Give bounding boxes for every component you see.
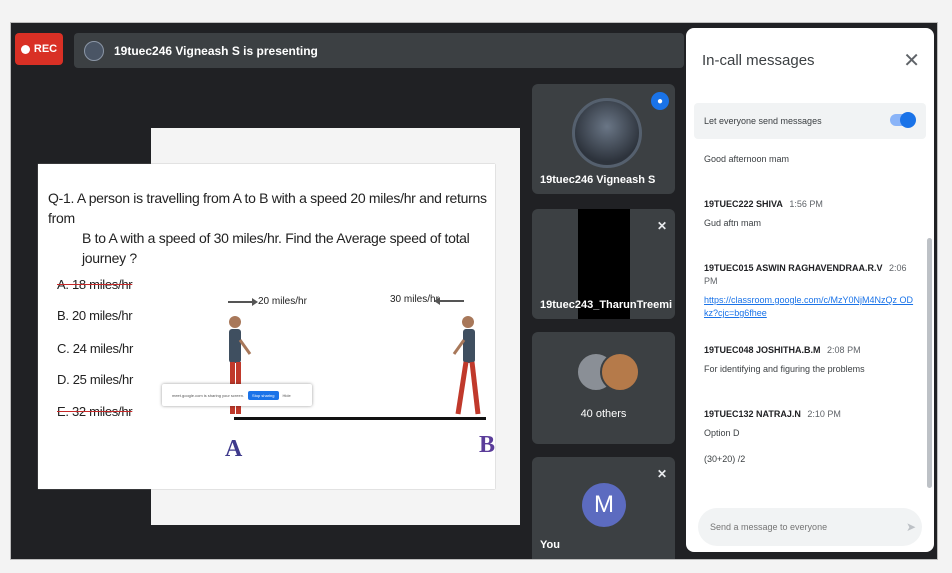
message-sender: 19TUEC222 SHIVA	[704, 199, 783, 209]
option-d: D. 25 miles/hr	[57, 372, 133, 387]
close-icon[interactable]: ✕	[903, 48, 920, 73]
speed-right-label: 30 miles/hr	[390, 294, 439, 305]
message-body: https://classroom.google.com/c/MzY0NjM4N…	[704, 294, 914, 320]
participant-name: 19tuec243_TharunTreemi	[540, 299, 673, 311]
participant-tile-presenter[interactable]: ● 19tuec246 Vigneash S	[532, 84, 675, 194]
slide: Q-1. A person is travelling from A to B …	[38, 164, 495, 489]
presenting-banner: 19tuec246 Vigneash S is presenting	[74, 33, 684, 68]
walking-person-right-icon	[452, 316, 481, 415]
question-line-1: Q-1. A person is travelling from A to B …	[48, 190, 487, 226]
allow-messages-row: Let everyone send messages	[694, 103, 926, 139]
recording-badge: REC	[15, 33, 63, 65]
presenter-avatar	[84, 40, 104, 61]
others-count-label: 40 others	[580, 408, 627, 420]
avatar: M	[582, 483, 626, 527]
question-line-2: B to A with a speed of 30 miles/hr. Find…	[82, 230, 470, 266]
meet-window: REC 19tuec246 Vigneash S is presenting Q…	[10, 22, 938, 560]
recording-label: REC	[33, 43, 58, 55]
speed-left-label: 20 miles/hr	[258, 296, 307, 307]
message-link[interactable]: https://classroom.google.com/c/MzY0NjM4N…	[704, 295, 913, 318]
arrow-right-icon	[228, 298, 258, 306]
avatar	[600, 352, 640, 392]
message-input[interactable]	[698, 508, 922, 546]
in-call-messages-panel: In-call messages ✕ Let everyone send mes…	[686, 28, 934, 552]
mic-off-icon: ✕	[656, 219, 667, 233]
message-time: 2:10 PM	[807, 409, 841, 419]
message-body: For identifying and figuring the problem…	[704, 364, 865, 374]
panel-title: In-call messages	[702, 52, 815, 69]
point-b-label: B	[479, 432, 496, 458]
message-body: Gud aftn mam	[704, 218, 762, 228]
top-bar: REC 19tuec246 Vigneash S is presenting	[11, 23, 687, 71]
option-e: E. 32 miles/hr	[57, 404, 133, 419]
option-c: C. 24 miles/hr	[57, 341, 133, 356]
screen-share-bar: meet.google.com is sharing your screen. …	[162, 384, 312, 406]
presentation-stage: Q-1. A person is travelling from A to B …	[11, 71, 528, 559]
participant-name: You	[540, 539, 560, 551]
record-dot-icon	[20, 44, 30, 54]
allow-messages-toggle[interactable]	[890, 112, 916, 128]
speaking-indicator-icon: ●	[651, 92, 669, 110]
point-a-label: A	[225, 436, 243, 462]
participant-name: 19tuec246 Vigneash S	[540, 174, 656, 186]
message-sender: 19TUEC132 NATRAJ.N	[704, 409, 801, 419]
send-icon[interactable]: ➤	[906, 520, 916, 534]
question-text: Q-1. A person is travelling from A to B …	[48, 188, 488, 268]
stop-sharing-button[interactable]: Stop sharing	[248, 390, 279, 400]
participant-tile-tharun[interactable]: ✕ 19tuec243_TharunTreemi	[532, 209, 675, 319]
avatar	[572, 98, 642, 168]
chat-message: 19TUEC222 SHIVA 1:56 PM Gud aftn mam	[704, 198, 914, 230]
messages-scrollbar[interactable]	[927, 238, 932, 488]
others-avatars	[576, 352, 640, 392]
chat-message: (30+20) /2	[704, 453, 914, 466]
message-sender: 19TUEC048 JOSHITHA.B.M	[704, 345, 821, 355]
presenting-text: 19tuec246 Vigneash S is presenting	[114, 43, 318, 58]
share-text: meet.google.com is sharing your screen.	[172, 392, 245, 398]
chat-message: 19TUEC015 ASWIN RAGHAVENDRAA.R.V 2:06 PM…	[704, 262, 914, 320]
allow-messages-label: Let everyone send messages	[704, 116, 822, 126]
message-body: (30+20) /2	[704, 454, 746, 464]
arrow-left-icon	[434, 297, 464, 305]
chat-message: Good afternoon mam	[704, 153, 914, 166]
message-body: Good afternoon mam	[704, 154, 790, 164]
option-b: B. 20 miles/hr	[57, 308, 133, 323]
message-time: 2:08 PM	[827, 345, 861, 355]
message-sender: 19TUEC015 ASWIN RAGHAVENDRAA.R.V	[704, 263, 883, 273]
option-a: A. 18 miles/hr	[57, 277, 133, 292]
message-body: Option D	[704, 428, 740, 438]
participant-tile-you[interactable]: ✕ M You	[532, 457, 675, 559]
chat-message: 19TUEC048 JOSHITHA.B.M 2:08 PM For ident…	[704, 344, 914, 376]
mic-off-icon: ✕	[656, 467, 667, 481]
hide-button[interactable]: Hide	[283, 393, 291, 398]
chat-message: 19TUEC132 NATRAJ.N 2:10 PM Option D	[704, 408, 914, 440]
message-time: 1:56 PM	[789, 199, 823, 209]
ground-line	[234, 417, 486, 420]
participant-tile-others[interactable]: 40 others	[532, 332, 675, 444]
